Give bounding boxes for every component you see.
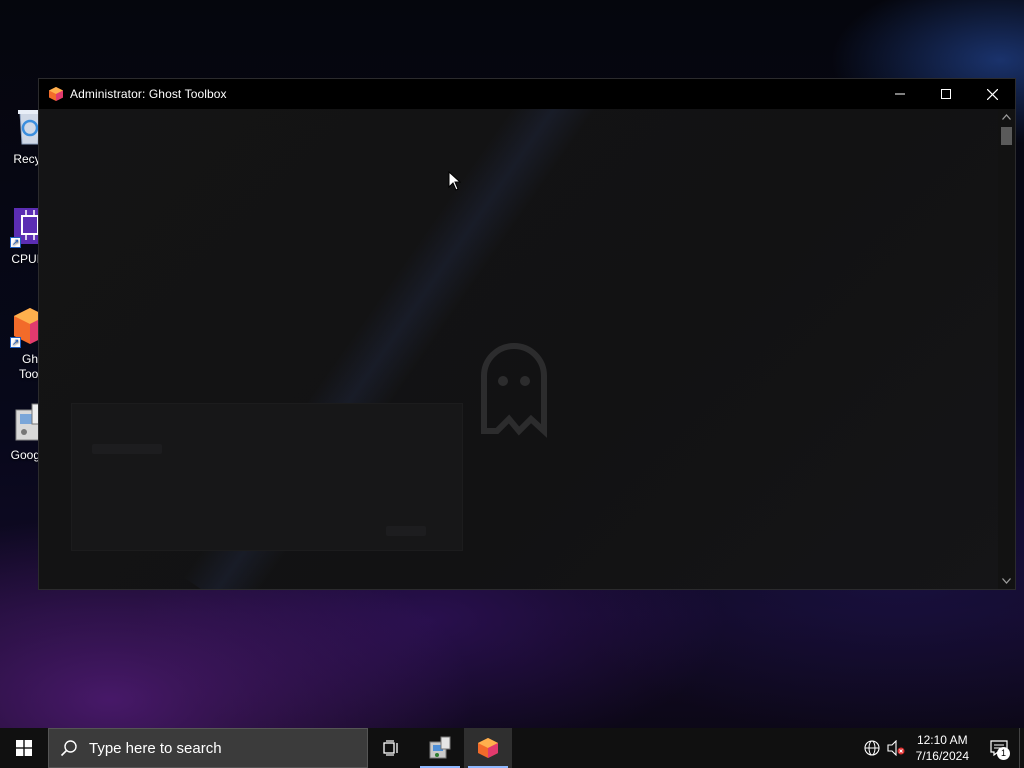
chevron-up-icon bbox=[1002, 114, 1011, 120]
panel-button-placeholder[interactable] bbox=[386, 526, 426, 536]
task-view-button[interactable] bbox=[368, 728, 416, 768]
start-button[interactable] bbox=[0, 728, 48, 768]
clock-date: 7/16/2024 bbox=[915, 749, 969, 763]
globe-network-icon bbox=[864, 740, 880, 756]
volume-muted-icon bbox=[887, 740, 905, 756]
dialog-panel bbox=[71, 403, 463, 551]
shortcut-arrow-icon: ↗ bbox=[10, 237, 21, 248]
minimize-button[interactable] bbox=[877, 79, 923, 109]
window-title: Administrator: Ghost Toolbox bbox=[70, 87, 227, 101]
maximize-button[interactable] bbox=[923, 79, 969, 109]
shortcut-arrow-icon: ↗ bbox=[10, 337, 21, 348]
search-box[interactable]: Type here to search bbox=[48, 728, 368, 768]
mouse-cursor-icon bbox=[448, 171, 461, 191]
taskbar-app-control-panel[interactable] bbox=[416, 728, 464, 768]
close-icon bbox=[986, 88, 998, 100]
minimize-icon bbox=[895, 93, 905, 95]
show-desktop-button[interactable] bbox=[1019, 728, 1024, 768]
panel-text-placeholder bbox=[92, 444, 162, 454]
search-placeholder: Type here to search bbox=[89, 739, 222, 757]
windows-logo-icon bbox=[16, 740, 32, 756]
clock[interactable]: 12:10 AM 7/16/2024 bbox=[908, 732, 979, 764]
maximize-icon bbox=[941, 89, 951, 99]
ghost-toolbox-app-icon bbox=[49, 87, 63, 101]
network-button[interactable] bbox=[860, 728, 884, 768]
scrollbar-thumb[interactable] bbox=[1001, 127, 1012, 145]
ghost-toolbox-window[interactable]: Administrator: Ghost Toolbox bbox=[38, 78, 1016, 590]
action-center-button[interactable]: 1 bbox=[979, 728, 1019, 768]
taskbar: Type here to search 12:10 AM 7/16/2024 1 bbox=[0, 728, 1024, 768]
vertical-scrollbar[interactable] bbox=[998, 109, 1015, 589]
close-button[interactable] bbox=[969, 79, 1015, 109]
control-panel-icon bbox=[429, 736, 451, 759]
notification-badge: 1 bbox=[997, 747, 1010, 760]
ghost-toolbox-icon bbox=[478, 738, 498, 758]
volume-button[interactable] bbox=[884, 728, 908, 768]
ghost-logo-icon bbox=[481, 343, 547, 438]
clock-time: 12:10 AM bbox=[916, 733, 968, 747]
chevron-down-icon bbox=[1002, 578, 1011, 584]
desktop-icon-label: Gh bbox=[21, 352, 38, 366]
system-tray: 12:10 AM 7/16/2024 1 bbox=[860, 728, 1024, 768]
search-icon bbox=[49, 739, 89, 757]
scroll-down-button[interactable] bbox=[998, 573, 1015, 589]
task-view-icon bbox=[383, 740, 398, 756]
taskbar-app-ghost-toolbox[interactable] bbox=[464, 728, 512, 768]
window-content bbox=[39, 109, 999, 589]
window-titlebar[interactable]: Administrator: Ghost Toolbox bbox=[39, 79, 1015, 109]
scroll-up-button[interactable] bbox=[998, 109, 1015, 125]
